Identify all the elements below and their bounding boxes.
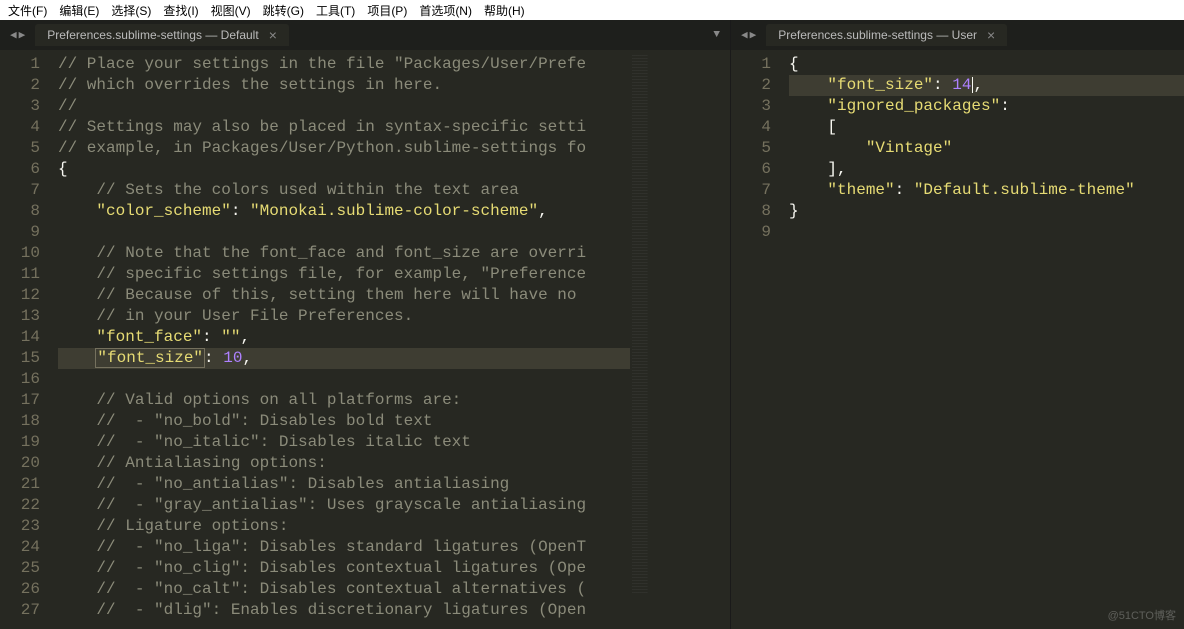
menu-item[interactable]: 工具(T) [310,2,361,19]
nav-forward-icon[interactable]: ▶ [750,28,757,42]
tab-row-right: ◀ ▶ Preferences.sublime-settings — User … [731,20,1184,50]
minimap-left[interactable]: ────────────────────────────────────────… [630,50,730,629]
gutter-right: 123456789 [731,50,781,629]
menu-item[interactable]: 跳转(G) [257,2,310,19]
right-pane: ◀ ▶ Preferences.sublime-settings — User … [730,20,1184,629]
tab-label: Preferences.sublime-settings — Default [47,28,258,42]
line-number: 10 [0,243,40,264]
line-number: 7 [731,180,771,201]
line-number: 11 [0,264,40,285]
tab-row-left: ◀ ▶ Preferences.sublime-settings — Defau… [0,20,730,50]
line-number: 14 [0,327,40,348]
editor-left[interactable]: 1234567891011121314151617181920212223242… [0,50,730,629]
menu-item[interactable]: 视图(V) [205,2,257,19]
nav-back-icon[interactable]: ◀ [10,28,17,42]
gutter-left: 1234567891011121314151617181920212223242… [0,50,50,629]
close-icon[interactable]: × [269,28,277,42]
menu-bar[interactable]: 文件(F)编辑(E)选择(S)查找(I)视图(V)跳转(G)工具(T)项目(P)… [0,0,1184,20]
line-number: 4 [0,117,40,138]
line-number: 5 [731,138,771,159]
line-number: 25 [0,558,40,579]
code-right[interactable]: { "font_size": 14, "ignored_packages": [… [781,50,1184,629]
tab-user-settings[interactable]: Preferences.sublime-settings — User × [766,24,1007,46]
workspace: ◀ ▶ Preferences.sublime-settings — Defau… [0,20,1184,629]
nav-arrows[interactable]: ◀ ▶ [4,28,31,42]
line-number: 2 [0,75,40,96]
nav-back-icon[interactable]: ◀ [741,28,748,42]
line-number: 8 [0,201,40,222]
line-number: 1 [731,54,771,75]
line-number: 27 [0,600,40,621]
menu-item[interactable]: 文件(F) [2,2,53,19]
line-number: 9 [0,222,40,243]
line-number: 6 [0,159,40,180]
line-number: 4 [731,117,771,138]
line-number: 24 [0,537,40,558]
line-number: 23 [0,516,40,537]
line-number: 21 [0,474,40,495]
tab-default-settings[interactable]: Preferences.sublime-settings — Default × [35,24,289,46]
line-number: 26 [0,579,40,600]
line-number: 18 [0,411,40,432]
menu-item[interactable]: 帮助(H) [478,2,531,19]
line-number: 12 [0,285,40,306]
menu-item[interactable]: 查找(I) [157,2,204,19]
line-number: 9 [731,222,771,243]
menu-item[interactable]: 编辑(E) [53,2,105,19]
watermark: @51CTO博客 [1108,607,1176,623]
menu-item[interactable]: 选择(S) [105,2,157,19]
line-number: 13 [0,306,40,327]
line-number: 6 [731,159,771,180]
left-pane: ◀ ▶ Preferences.sublime-settings — Defau… [0,20,730,629]
line-number: 15 [0,348,40,369]
line-number: 20 [0,453,40,474]
line-number: 3 [0,96,40,117]
line-number: 7 [0,180,40,201]
line-number: 3 [731,96,771,117]
nav-arrows[interactable]: ◀ ▶ [735,28,762,42]
editor-right[interactable]: 123456789 { "font_size": 14, "ignored_pa… [731,50,1184,629]
menu-item[interactable]: 首选项(N) [413,2,478,19]
tab-overflow-icon[interactable]: ▼ [713,29,720,41]
menu-item[interactable]: 项目(P) [361,2,413,19]
line-number: 8 [731,201,771,222]
line-number: 22 [0,495,40,516]
line-number: 17 [0,390,40,411]
nav-forward-icon[interactable]: ▶ [19,28,26,42]
close-icon[interactable]: × [987,28,995,42]
line-number: 1 [0,54,40,75]
code-left[interactable]: // Place your settings in the file "Pack… [50,50,630,629]
line-number: 16 [0,369,40,390]
line-number: 2 [731,75,771,96]
tab-label: Preferences.sublime-settings — User [778,28,977,42]
line-number: 5 [0,138,40,159]
line-number: 19 [0,432,40,453]
